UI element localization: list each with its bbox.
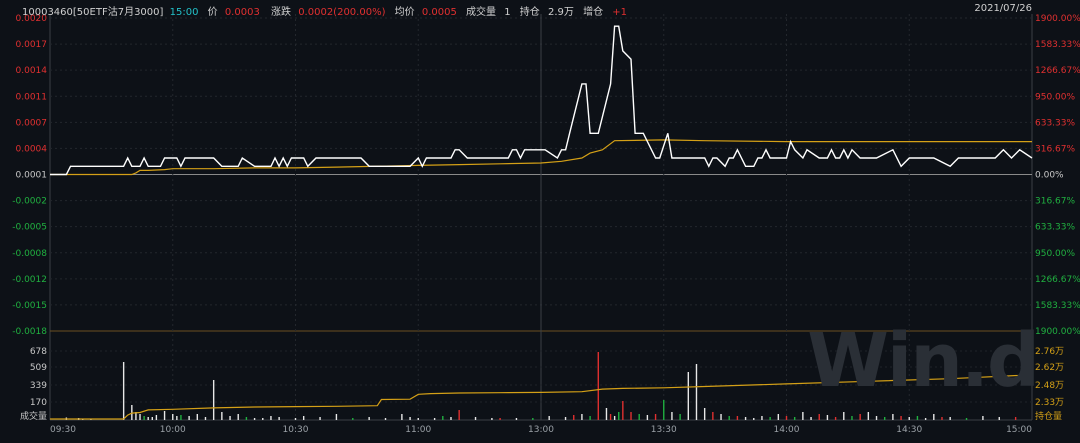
time-tick-label: 13:00 <box>528 425 554 435</box>
oi-change-value: +1 <box>612 7 628 18</box>
contract-name: 10003460[50ETF沽7月3000] <box>22 7 164 18</box>
price-y-tick-label: 0.0014 <box>16 66 48 76</box>
price-y-tick-label: -0.0012 <box>12 275 47 285</box>
avg-label: 均价 <box>394 7 415 18</box>
volume-y-tick-label: 170 <box>30 398 47 408</box>
volume-y-tick-label: 成交量 <box>20 410 47 422</box>
time-tick-label: 14:30 <box>896 425 922 435</box>
pct-y-tick-label: 950.00% <box>1035 92 1075 102</box>
header-bar: 10003460[50ETF沽7月3000] 15:00 价 0.0003 涨跌… <box>22 3 627 18</box>
price-y-tick-label: 0.0007 <box>16 118 48 128</box>
price-y-tick-label: 0.0004 <box>16 144 48 154</box>
pct-y-tick-label: 633.33% <box>1035 223 1075 233</box>
oi-y-tick-label: 2.62万 <box>1035 363 1064 373</box>
pct-y-tick-label: 0.00% <box>1035 171 1064 181</box>
time-tick-label: 13:30 <box>651 425 677 435</box>
watermark-logo: Win.d <box>807 318 1040 404</box>
oi-y-tick-label: 2.33万 <box>1035 398 1064 408</box>
oi-value: 2.9万 <box>547 7 574 18</box>
oi-label: 持仓 <box>519 7 540 18</box>
price-y-tick-label: -0.0002 <box>12 197 47 207</box>
pct-y-tick-label: 316.67% <box>1035 197 1075 207</box>
time-tick-label: 15:00 <box>1006 425 1032 435</box>
price-y-tick-label: -0.0015 <box>12 301 47 311</box>
price-y-tick-label: 0.0011 <box>16 92 48 102</box>
price-y-tick-label: 0.0017 <box>16 40 48 50</box>
oi-change-label: 增仓 <box>583 7 604 18</box>
volume-value: 1 <box>504 7 511 18</box>
volume-y-tick-label: 678 <box>30 347 47 357</box>
volume-y-tick-label: 509 <box>30 363 47 373</box>
price-y-tick-label: -0.0005 <box>12 223 47 233</box>
oi-y-tick-label: 持仓量 <box>1035 410 1062 422</box>
pct-y-tick-label: 1583.33% <box>1035 301 1080 311</box>
avg-value: 0.0005 <box>421 7 457 18</box>
pct-y-tick-label: 633.33% <box>1035 118 1075 128</box>
pct-y-tick-label: 1900.00% <box>1035 14 1080 24</box>
pct-y-tick-label: 1266.67% <box>1035 66 1080 76</box>
volume-y-tick-label: 339 <box>30 381 47 391</box>
pct-y-tick-label: 316.67% <box>1035 144 1075 154</box>
price-y-tick-label: -0.0008 <box>12 249 47 259</box>
pct-y-tick-label: 1900.00% <box>1035 327 1080 337</box>
intraday-chart-panel[interactable]: 0.0020 1900.00% 0.0017 1583.33% 0.0014 1266.6… <box>0 0 1080 439</box>
time-tick-label: 10:00 <box>160 425 186 435</box>
time-tick-label: 11:00 <box>405 425 431 435</box>
pct-y-tick-label: 1583.33% <box>1035 40 1080 50</box>
pct-y-tick-label: 1266.67% <box>1035 275 1080 285</box>
price-y-tick-label: -0.0018 <box>12 327 47 337</box>
time-tick-label: 10:30 <box>283 425 309 435</box>
pct-y-tick-label: 950.00% <box>1035 249 1075 259</box>
price-y-tick-label: 0.0001 <box>16 171 48 181</box>
oi-y-tick-label: 2.76万 <box>1035 347 1064 357</box>
quote-time: 15:00 <box>169 7 199 18</box>
change-label: 涨跌 <box>271 7 291 18</box>
price-label: 价 <box>207 7 218 18</box>
price-value: 0.0003 <box>224 7 260 18</box>
oi-y-tick-label: 2.48万 <box>1035 381 1064 391</box>
chart-date: 2021/07/26 <box>974 3 1032 14</box>
change-value: 0.0002(200.00%) <box>298 7 386 18</box>
volume-label: 成交量 <box>466 7 497 18</box>
time-tick-label: 09:30 <box>50 425 76 435</box>
time-tick-label: 14:00 <box>774 425 800 435</box>
